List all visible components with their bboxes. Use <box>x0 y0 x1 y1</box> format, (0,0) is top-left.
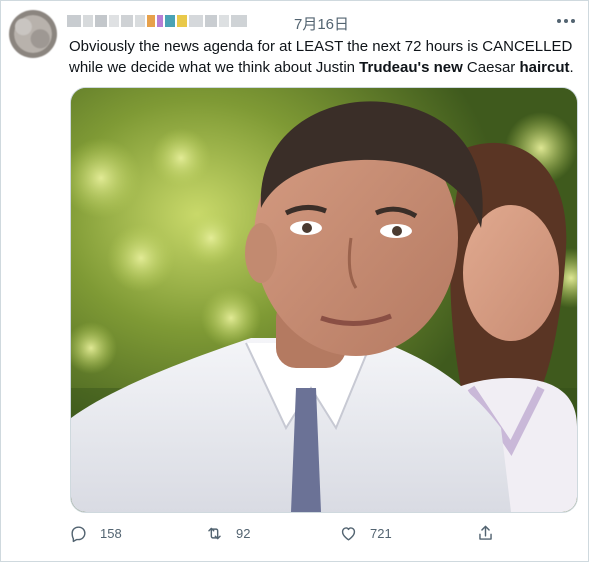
retweet-count: 92 <box>236 525 251 541</box>
tweet-timestamp[interactable]: 7月16日 <box>294 13 349 34</box>
author-name-redacted[interactable] <box>67 15 247 27</box>
heart-icon <box>341 526 356 541</box>
reply-count: 158 <box>100 525 122 541</box>
photo-illustration <box>71 88 577 512</box>
tweet-actions: 158 92 721 <box>69 521 509 545</box>
tweet-text-bold-segment: haircut <box>519 59 570 76</box>
like-button[interactable]: 721 <box>339 521 392 545</box>
tweet-text-bold-segment: Trudeau's new <box>359 59 463 76</box>
tweet-photo[interactable] <box>70 87 578 513</box>
share-icon <box>479 525 492 540</box>
reply-icon <box>71 525 86 542</box>
reply-button[interactable]: 158 <box>69 521 122 545</box>
author-avatar[interactable] <box>9 10 57 58</box>
tweet-card[interactable]: 7月16日 Obviously the news agenda for at L… <box>0 0 589 562</box>
tweet-text-segment: . <box>569 59 574 76</box>
tweet-text: Obviously the news agenda for at LEAST t… <box>69 36 579 78</box>
share-button[interactable] <box>476 521 495 545</box>
retweet-button[interactable]: 92 <box>205 521 250 545</box>
retweet-icon <box>208 527 221 539</box>
like-count: 721 <box>370 525 392 541</box>
tweet-text-segment: Caesar <box>462 59 520 76</box>
more-options-icon[interactable] <box>557 15 575 27</box>
